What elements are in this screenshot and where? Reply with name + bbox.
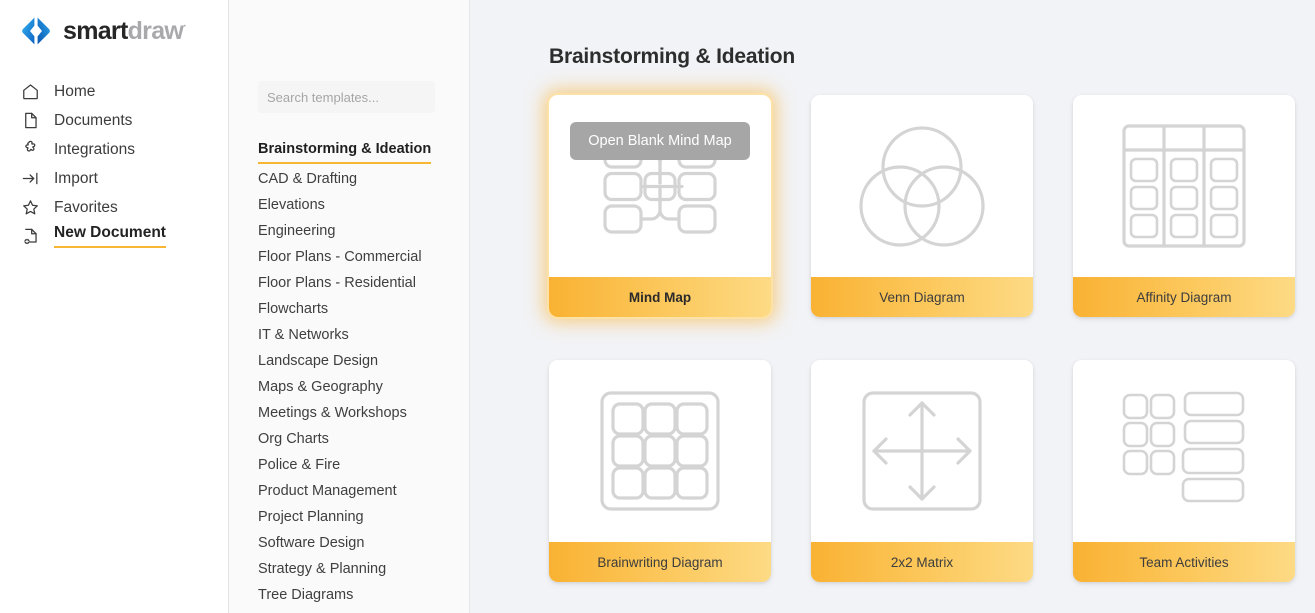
template-card-affinity-diagram[interactable]: Affinity Diagram <box>1073 95 1295 317</box>
card-label: 2x2 Matrix <box>811 542 1033 582</box>
sidebar-item-home[interactable]: Home <box>0 77 228 106</box>
search-input[interactable] <box>258 81 435 113</box>
category-item-label: Org Charts <box>258 430 329 447</box>
category-item-maps-geography[interactable]: Maps & Geography <box>258 374 469 400</box>
category-list: Brainstorming & Ideation CAD & Drafting … <box>258 140 469 608</box>
category-item-label: Engineering <box>258 222 336 239</box>
category-item-product-management[interactable]: Product Management <box>258 478 469 504</box>
category-item-landscape-design[interactable]: Landscape Design <box>258 348 469 374</box>
card-label: Team Activities <box>1073 542 1295 582</box>
template-card-venn-diagram[interactable]: Venn Diagram <box>811 95 1033 317</box>
category-item-label: Landscape Design <box>258 352 379 369</box>
category-item-label: Software Design <box>258 534 365 551</box>
card-label: Brainwriting Diagram <box>549 542 771 582</box>
card-thumbnail <box>811 360 1033 542</box>
sidebar-nav: Home Documents Integrations Import Favor… <box>0 77 228 251</box>
sidebar-item-label: Import <box>54 169 98 187</box>
document-icon <box>21 111 40 130</box>
sidebar-item-label: Home <box>54 82 96 100</box>
category-item-label: Flowcharts <box>258 300 329 317</box>
team-activities-thumbnail-icon <box>1122 391 1245 503</box>
brand-wordmark: smartdraw· <box>63 16 187 45</box>
star-icon <box>21 198 40 217</box>
sidebar-item-import[interactable]: Import <box>0 164 228 193</box>
card-thumbnail <box>1073 95 1295 277</box>
category-item-label: Brainstorming & Ideation <box>258 142 432 164</box>
category-item-strategy-planning[interactable]: Strategy & Planning <box>258 556 469 582</box>
category-item-it-networks[interactable]: IT & Networks <box>258 322 469 348</box>
brand-name-first: smart <box>63 16 128 45</box>
category-item-project-planning[interactable]: Project Planning <box>258 504 469 530</box>
card-thumbnail <box>1073 360 1295 542</box>
category-item-brainstorming-ideation[interactable]: Brainstorming & Ideation <box>258 140 469 166</box>
template-card-brainwriting-diagram[interactable]: Brainwriting Diagram <box>549 360 771 582</box>
category-item-label: Elevations <box>258 196 325 213</box>
page-title: Brainstorming & Ideation <box>549 45 796 68</box>
category-item-elevations[interactable]: Elevations <box>258 192 469 218</box>
main-content: Brainstorming & Ideation Open Blank Mind… <box>470 0 1315 613</box>
category-item-label: Floor Plans - Residential <box>258 274 416 291</box>
category-item-label: Product Management <box>258 482 397 499</box>
sidebar-item-label: Favorites <box>54 198 118 216</box>
card-thumbnail <box>811 95 1033 277</box>
category-item-org-charts[interactable]: Org Charts <box>258 426 469 452</box>
sidebar-item-new-document[interactable]: New Document <box>0 222 228 251</box>
import-arrow-icon <box>21 169 40 188</box>
sidebar-item-label: Integrations <box>54 140 135 158</box>
sidebar-item-favorites[interactable]: Favorites <box>0 193 228 222</box>
category-item-label: Maps & Geography <box>258 378 383 395</box>
smartdraw-diamond-logo-icon <box>22 17 50 45</box>
category-item-label: IT & Networks <box>258 326 349 343</box>
brand-logo[interactable]: smartdraw· <box>0 13 228 49</box>
card-label: Affinity Diagram <box>1073 277 1295 317</box>
card-thumbnail: Open Blank Mind Map <box>549 95 771 277</box>
category-item-cad-drafting[interactable]: CAD & Drafting <box>258 166 469 192</box>
sidebar-item-label: New Document <box>54 225 166 248</box>
open-blank-mind-map-button[interactable]: Open Blank Mind Map <box>570 122 750 160</box>
two-by-two-matrix-thumbnail-icon <box>862 391 982 511</box>
category-item-flowcharts[interactable]: Flowcharts <box>258 296 469 322</box>
brainwriting-diagram-thumbnail-icon <box>600 391 720 511</box>
template-card-mind-map[interactable]: Open Blank Mind Map Mind Map <box>549 95 771 317</box>
category-item-floor-plans-commercial[interactable]: Floor Plans - Commercial <box>258 244 469 270</box>
overlay-button-label: Open Blank Mind Map <box>588 133 732 149</box>
search-templates-box[interactable] <box>258 81 435 113</box>
template-card-grid: Open Blank Mind Map Mind Map Venn Diagra… <box>549 95 1315 582</box>
category-item-police-fire[interactable]: Police & Fire <box>258 452 469 478</box>
card-thumbnail <box>549 360 771 542</box>
category-item-floor-plans-residential[interactable]: Floor Plans - Residential <box>258 270 469 296</box>
sidebar-item-label: Documents <box>54 111 133 129</box>
left-sidebar: smartdraw· Home Documents Integrations I… <box>0 0 229 613</box>
new-document-icon <box>21 227 40 246</box>
puzzle-piece-icon <box>21 140 40 159</box>
brand-name-second: draw <box>127 16 184 45</box>
brand-trademark: · <box>183 20 187 33</box>
home-icon <box>21 82 40 101</box>
category-item-label: Police & Fire <box>258 456 341 473</box>
category-item-label: Meetings & Workshops <box>258 404 407 421</box>
venn-diagram-thumbnail-icon <box>859 126 985 247</box>
category-item-meetings-workshops[interactable]: Meetings & Workshops <box>258 400 469 426</box>
app-root: smartdraw· Home Documents Integrations I… <box>0 0 1315 613</box>
category-item-engineering[interactable]: Engineering <box>258 218 469 244</box>
category-item-label: Tree Diagrams <box>258 586 354 603</box>
template-category-panel: Brainstorming & Ideation CAD & Drafting … <box>229 0 470 613</box>
template-card-2x2-matrix[interactable]: 2x2 Matrix <box>811 360 1033 582</box>
card-label: Venn Diagram <box>811 277 1033 317</box>
sidebar-item-integrations[interactable]: Integrations <box>0 135 228 164</box>
affinity-diagram-thumbnail-icon <box>1122 124 1246 248</box>
card-label: Mind Map <box>549 277 771 317</box>
category-item-label: Floor Plans - Commercial <box>258 248 422 265</box>
category-item-label: CAD & Drafting <box>258 170 358 187</box>
template-card-team-activities[interactable]: Team Activities <box>1073 360 1295 582</box>
category-item-label: Project Planning <box>258 508 364 525</box>
category-item-software-design[interactable]: Software Design <box>258 530 469 556</box>
sidebar-item-documents[interactable]: Documents <box>0 106 228 135</box>
category-item-label: Strategy & Planning <box>258 560 387 577</box>
category-item-tree-diagrams[interactable]: Tree Diagrams <box>258 582 469 608</box>
